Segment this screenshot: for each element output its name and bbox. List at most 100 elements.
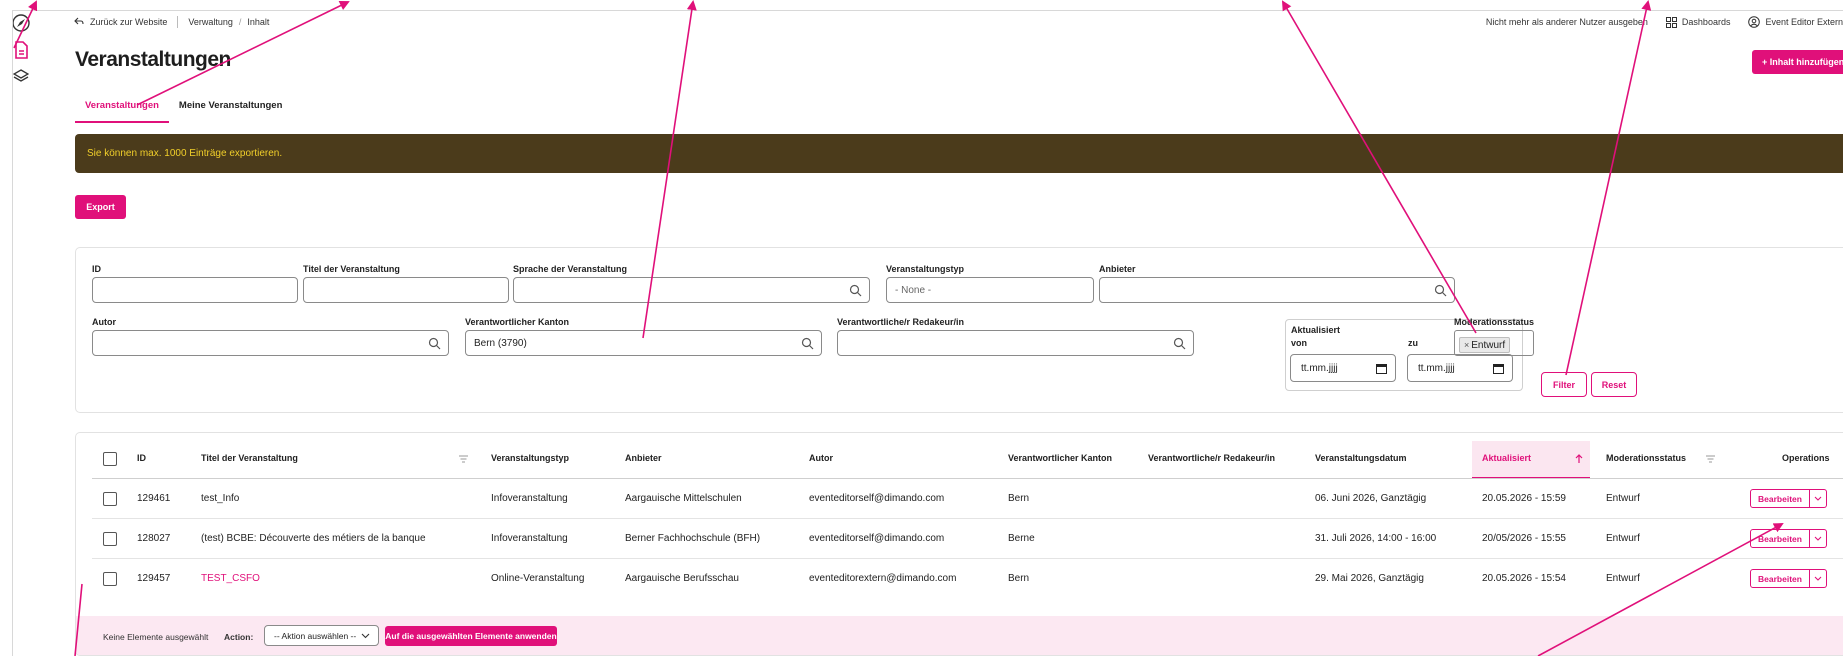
filter-title-input[interactable] — [303, 277, 509, 303]
cell-type: Infoveranstaltung — [491, 533, 568, 544]
user-avatar-icon — [1748, 16, 1761, 28]
cell-type: Infoveranstaltung — [491, 493, 568, 504]
search-icon — [428, 337, 441, 350]
search-icon — [1173, 337, 1186, 350]
selection-count-label: Keine Elemente ausgewählt — [103, 632, 209, 642]
col-header-provider[interactable]: Anbieter — [625, 453, 662, 463]
filter-label-language: Sprache der Veranstaltung — [513, 264, 628, 274]
filter-canton-value: Bern (3790) — [474, 337, 527, 349]
cell-canton: Berne — [1008, 533, 1035, 544]
back-to-website-link[interactable]: Zurück zur Website — [90, 17, 167, 27]
col-header-type[interactable]: Veranstaltungstyp — [491, 453, 569, 463]
dashboards-link[interactable]: Dashboards — [1665, 16, 1730, 28]
cell-provider: Berner Fachhochschule (BFH) — [625, 533, 761, 544]
bulk-action-select[interactable]: -- Aktion auswählen -- — [264, 625, 379, 646]
chip-label: Entwurf — [1471, 339, 1506, 351]
filter-canton-input[interactable]: Bern (3790) — [465, 330, 822, 356]
results-table: ID Titel der Veranstaltung Veranstaltung… — [75, 432, 1843, 656]
filter-id-input[interactable] — [92, 277, 298, 303]
row-operations: Bearbeiten — [1750, 529, 1827, 548]
filter-button[interactable]: Filter — [1541, 372, 1587, 397]
filter-editor-input[interactable] — [837, 330, 1194, 356]
filter-label-to: zu — [1408, 338, 1418, 348]
col-header-canton[interactable]: Verantwortlicher Kanton — [1008, 453, 1112, 463]
col-header-operations: Operations — [1782, 453, 1830, 463]
row-operations: Bearbeiten — [1750, 569, 1827, 588]
cell-id: 128027 — [137, 533, 171, 544]
chip-remove-icon[interactable]: × — [1464, 340, 1469, 350]
updated-from-date-input[interactable]: tt.mm.jjjj — [1290, 354, 1396, 382]
breadcrumb-separator: / — [238, 17, 242, 27]
filter-language-input[interactable] — [513, 277, 870, 303]
table-row: 128027 (test) BCBE: Découverte des métie… — [76, 519, 1843, 559]
row-checkbox[interactable] — [103, 492, 117, 506]
col-header-date[interactable]: Veranstaltungsdatum — [1315, 453, 1407, 463]
table-row: 129457 TEST_CSFO Online-Veranstaltung Aa… — [76, 559, 1843, 599]
cell-type: Online-Veranstaltung — [491, 573, 585, 584]
row-checkbox[interactable] — [103, 572, 117, 586]
chevron-down-icon — [361, 633, 370, 639]
chevron-down-icon — [1814, 536, 1822, 541]
cell-author: eventeditorself@dimando.com — [809, 493, 945, 504]
breadcrumb-inhalt[interactable]: Inhalt — [247, 17, 269, 27]
filter-label-updated: Aktualisiert — [1291, 325, 1341, 335]
col-header-updated[interactable]: Aktualisiert — [1482, 453, 1531, 463]
back-arrow-icon[interactable] — [74, 17, 84, 28]
col-header-moderation[interactable]: Moderationsstatus — [1606, 453, 1686, 463]
filter-label-provider: Anbieter — [1099, 264, 1136, 274]
edit-button[interactable]: Bearbeiten — [1750, 569, 1810, 588]
cell-canton: Bern — [1008, 573, 1030, 584]
cell-title: test_Info — [201, 493, 240, 504]
edit-button[interactable]: Bearbeiten — [1750, 529, 1810, 548]
page-title: Veranstaltungen — [75, 48, 231, 71]
admin-toolbar: Zurück zur Website Verwaltung / Inhalt N… — [44, 10, 1843, 34]
table-row: 129461 test_Info Infoveranstaltung Aarga… — [76, 479, 1843, 519]
row-checkbox[interactable] — [103, 532, 117, 546]
cell-title-link[interactable]: TEST_CSFO — [201, 573, 260, 584]
cell-moderation: Entwurf — [1606, 573, 1640, 584]
col-header-editor[interactable]: Verantwortliche/r Redakeur/in — [1148, 453, 1275, 463]
row-operations: Bearbeiten — [1750, 489, 1827, 508]
col-header-title[interactable]: Titel der Veranstaltung — [201, 453, 298, 463]
column-sort-icon[interactable] — [459, 455, 468, 463]
add-content-button[interactable]: + Inhalt hinzufügen — [1752, 50, 1843, 74]
cell-updated: 20/05/2026 - 15:55 — [1482, 533, 1566, 544]
moderation-chip-entwurf[interactable]: × Entwurf — [1459, 337, 1511, 353]
col-header-id[interactable]: ID — [137, 453, 146, 463]
cell-date: 29. Mai 2026, Ganztägig — [1315, 573, 1424, 584]
filter-provider-input[interactable] — [1099, 277, 1455, 303]
cell-title: (test) BCBE: Découverte des métiers de l… — [201, 533, 426, 544]
breadcrumb-verwaltung[interactable]: Verwaltung — [188, 17, 233, 27]
updated-to-date-input[interactable]: tt.mm.jjjj — [1407, 354, 1513, 382]
sort-ascending-arrow-icon[interactable] — [1575, 454, 1583, 464]
cell-author: eventeditorself@dimando.com — [809, 533, 945, 544]
filter-label-editor: Verantwortliche/r Redakeur/in — [837, 317, 965, 327]
filter-label-title: Titel der Veranstaltung — [303, 264, 400, 274]
operations-dropdown-toggle[interactable] — [1810, 489, 1827, 508]
action-label: Action: — [224, 632, 254, 642]
filter-panel: ID Titel der Veranstaltung Sprache der V… — [75, 247, 1843, 413]
reset-button[interactable]: Reset — [1591, 372, 1637, 397]
calendar-icon[interactable] — [1376, 363, 1387, 374]
filter-label-id: ID — [92, 264, 101, 274]
switch-user-back-link[interactable]: Nicht mehr als anderer Nutzer ausgeben — [1486, 17, 1648, 27]
operations-dropdown-toggle[interactable] — [1810, 529, 1827, 548]
tab-veranstaltungen[interactable]: Veranstaltungen — [75, 96, 169, 123]
apply-bulk-action-button[interactable]: Auf die ausgewählten Elemente anwenden — [385, 626, 557, 646]
user-menu[interactable]: Event Editor Extern — [1748, 16, 1843, 28]
cell-moderation: Entwurf — [1606, 493, 1640, 504]
content-tabs: Veranstaltungen Meine Veranstaltungen — [75, 96, 292, 123]
filter-type-select[interactable]: - None - — [886, 277, 1094, 303]
edit-button[interactable]: Bearbeiten — [1750, 489, 1810, 508]
calendar-icon[interactable] — [1493, 363, 1504, 374]
column-sort-icon[interactable] — [1706, 455, 1715, 463]
select-all-checkbox[interactable] — [103, 452, 117, 466]
col-header-author[interactable]: Autor — [809, 453, 833, 463]
export-button[interactable]: Export — [75, 195, 126, 219]
operations-dropdown-toggle[interactable] — [1810, 569, 1827, 588]
filter-author-input[interactable] — [92, 330, 449, 356]
tab-meine-veranstaltungen[interactable]: Meine Veranstaltungen — [169, 96, 292, 123]
cell-id: 129461 — [137, 493, 171, 504]
cell-author: eventeditorextern@dimando.com — [809, 573, 957, 584]
moderation-status-select[interactable]: × Entwurf — [1454, 330, 1534, 356]
